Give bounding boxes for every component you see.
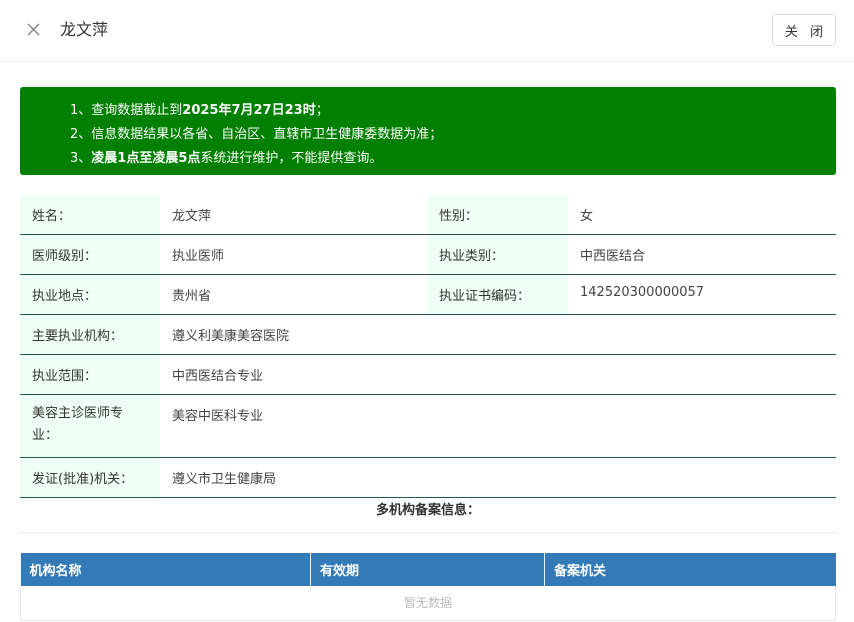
column-header-institution[interactable]: 机构名称 (20, 553, 311, 586)
notice-line-3: 3、凌晨1点至凌晨5点系统进行维护，不能提供查询。 (70, 151, 383, 166)
multi-institution-title: 多机构备案信息： (20, 490, 836, 533)
cert-label: 执业证书编码： (427, 274, 568, 315)
scope-value: 中西医结合专业 (160, 354, 836, 395)
level-value: 执业医师 (160, 234, 427, 275)
institution-label: 主要执业机构： (20, 314, 160, 355)
dialog-header: 龙文萍 关 闭 (0, 0, 854, 62)
doctor-info-table: 姓名： 龙文萍 性别： 女 医师级别： 执业医师 执业类别： 中西医结合 执业地… (20, 195, 836, 498)
institution-value: 遵义利美康美容医院 (160, 314, 836, 355)
info-row-scope: 执业范围： 中西医结合专业 (20, 354, 836, 395)
scope-label: 执业范围： (20, 354, 160, 395)
close-button[interactable]: 关 闭 (772, 14, 836, 46)
location-label: 执业地点： (20, 274, 160, 315)
table-row: 暂无数据 (20, 586, 836, 621)
info-row-institution: 主要执业机构： 遵义利美康美容医院 (20, 314, 836, 355)
notice-banner: 1、查询数据截止到2025年7月27日23时； 2、信息数据结果以各省、自治区、… (20, 87, 836, 175)
category-label: 执业类别： (427, 234, 568, 275)
info-row-cosmetic: 美容主诊医师专业： 美容中医科专业 (20, 394, 836, 458)
info-row-name: 姓名： 龙文萍 性别： 女 (20, 195, 836, 235)
level-label: 医师级别： (20, 234, 160, 275)
close-icon[interactable] (24, 19, 44, 41)
multi-institution-table: 机构名称 有效期 备案机关 暂无数据 (20, 553, 836, 621)
page-title: 龙文萍 (60, 20, 109, 39)
cosmetic-label: 美容主诊医师专业： (20, 394, 160, 458)
notice-line-1: 1、查询数据截止到2025年7月27日23时； (70, 103, 329, 118)
location-value: 贵州省 (160, 274, 427, 315)
empty-state: 暂无数据 (20, 586, 836, 621)
category-value: 中西医结合 (568, 234, 836, 275)
column-header-validity[interactable]: 有效期 (310, 553, 545, 586)
info-row-level: 医师级别： 执业医师 执业类别： 中西医结合 (20, 234, 836, 275)
gender-label: 性别： (427, 195, 568, 235)
cert-value: 142520300000057 (568, 274, 836, 315)
info-row-location: 执业地点： 贵州省 执业证书编码： 142520300000057 (20, 274, 836, 315)
cosmetic-value: 美容中医科专业 (160, 394, 836, 458)
gender-value: 女 (568, 195, 836, 235)
name-value: 龙文萍 (160, 195, 427, 235)
notice-line-2: 2、信息数据结果以各省、自治区、直辖市卫生健康委数据为准； (70, 127, 443, 142)
table-header-row: 机构名称 有效期 备案机关 (20, 553, 836, 586)
column-header-registrar[interactable]: 备案机关 (544, 553, 836, 586)
name-label: 姓名： (20, 195, 160, 235)
